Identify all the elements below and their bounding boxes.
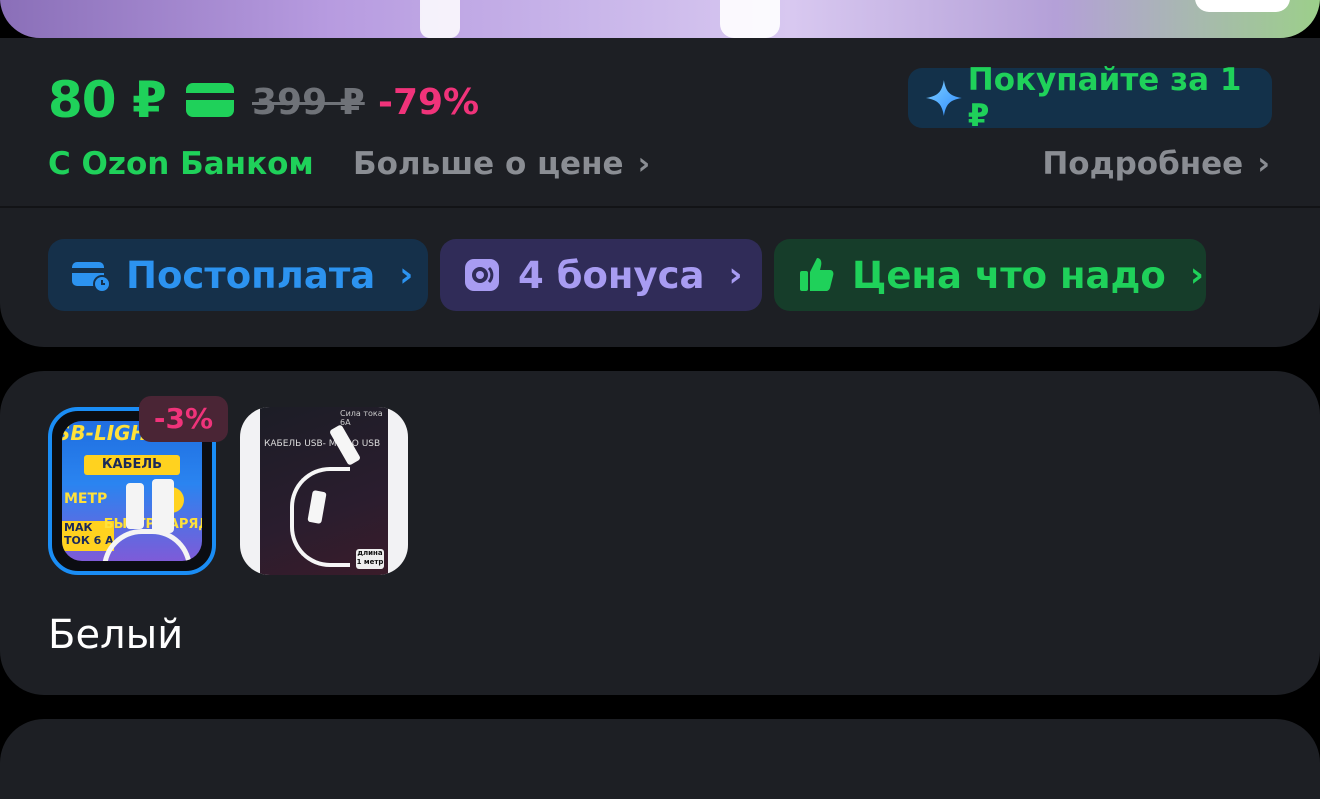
next-card [0,719,1320,799]
details-label: Подробнее [1042,146,1244,182]
chevron-right-icon: › [1189,255,1204,295]
cable-plug-image [152,479,174,533]
more-about-price-label: Больше о цене [353,146,624,182]
more-about-price-link[interactable]: Больше о цене › [353,144,650,184]
cable-image-part [720,0,780,38]
cable-plug-image [126,483,144,529]
bank-card-icon [186,83,234,117]
thumbs-up-icon [800,258,834,291]
postpay-chip[interactable]: Постоплата › [48,239,428,311]
product-image-gallery[interactable] [0,0,1320,38]
cable-image-part [420,0,460,38]
image-text: Сила тока 6А [340,409,383,427]
product-image: Сила тока 6А КАБЕЛЬ USB- MICRO USB длина… [260,407,388,575]
bonus-coin-icon [465,259,499,291]
bonus-chip[interactable]: 4 бонуса › [440,239,762,311]
chevron-right-icon: › [399,255,414,295]
postpay-label: Постоплата [126,253,376,297]
variant-discount-badge: -3% [139,396,228,442]
chevron-right-icon: › [728,255,743,295]
good-price-chip[interactable]: Цена что надо › [774,239,1206,311]
cable-wire-image [102,529,192,561]
divider [0,206,1320,208]
buy-for-1-ruble-button[interactable]: Покупайте за 1 ₽ [908,62,1272,134]
chevron-right-icon: › [1257,146,1270,182]
gallery-button[interactable] [1195,0,1290,12]
ozon-bank-label: С Ozon Банком [48,146,314,182]
buy-for-1-ruble-label: Покупайте за 1 ₽ [967,62,1242,134]
image-text: МЕТР [64,491,108,507]
bonus-label: 4 бонуса [518,253,705,297]
selected-color-name: Белый [48,612,184,658]
sparkle-star-icon [925,80,962,116]
product-image: SB-LIGHTNI КАБЕЛЬ МЕТР МАК ТОК 6 А БЫСТР… [62,421,202,561]
current-price: 80 ₽ [48,71,167,129]
chevron-right-icon: › [637,146,651,182]
image-text: длина 1 метр [356,549,384,569]
details-link[interactable]: Подробнее › [1042,144,1270,184]
discount-percent: -79% [378,82,480,123]
card-clock-icon [72,262,111,293]
good-price-label: Цена что надо [852,253,1166,297]
image-banner-text: КАБЕЛЬ [84,455,180,475]
old-price: 399 ₽ [252,82,365,123]
image-text: КАБЕЛЬ USB- MICRO USB [264,439,381,449]
variant-thumbnail[interactable]: Сила тока 6А КАБЕЛЬ USB- MICRO USB длина… [240,407,408,575]
